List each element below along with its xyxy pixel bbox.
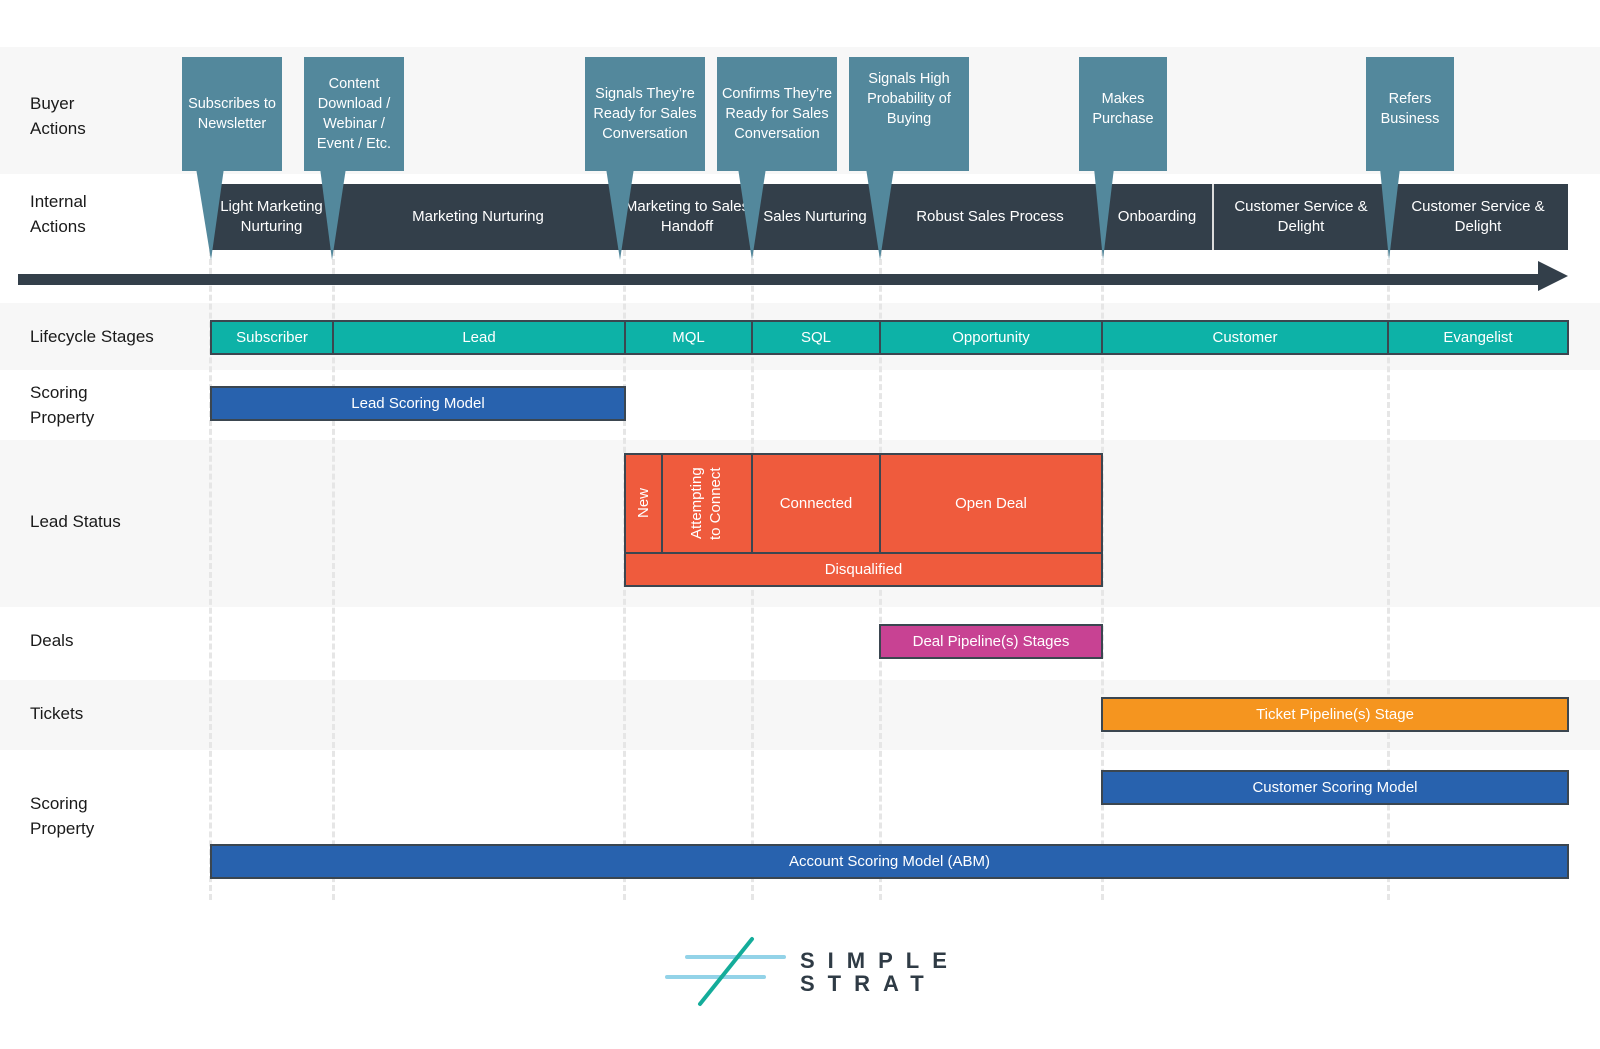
- buyer-action-signals-ready: Signals They’re Ready for Sales Conversa…: [585, 57, 705, 171]
- callout-pointer: [866, 168, 894, 260]
- lifecycle-stage-sql: SQL: [751, 320, 881, 355]
- row-label-tickets: Tickets: [30, 704, 84, 723]
- internal-action-marketing-nurturing: Marketing Nurturing: [333, 184, 623, 250]
- lifecycle-stage-subscriber: Subscriber: [210, 320, 334, 355]
- callout-pointer: [738, 168, 766, 260]
- deal-pipeline-stages-bar: Deal Pipeline(s) Stages: [879, 624, 1103, 659]
- lead-status-attempting: Attempting to Connect: [661, 453, 753, 554]
- callout-pointer: [196, 168, 224, 260]
- buyer-action-content-download: Content Download / Webinar / Event / Etc…: [304, 57, 404, 171]
- row-label-scoring-property: Scoring Property: [30, 383, 95, 427]
- lead-status-connected: Connected: [751, 453, 881, 554]
- callout-pointer: [320, 168, 346, 260]
- row-label-scoring-property-2: Scoring Property: [30, 794, 95, 838]
- row-label-deals: Deals: [30, 631, 74, 650]
- buyer-action-confirms-ready: Confirms They’re Ready for Sales Convers…: [717, 57, 837, 171]
- row-label-internal-actions: Internal Actions: [30, 192, 87, 236]
- lead-status-new: New: [624, 453, 663, 554]
- lead-status-open-deal: Open Deal: [879, 453, 1103, 554]
- row-label-buyer-actions: Buyer Actions: [30, 94, 86, 138]
- logo-text-strat: STRAT: [800, 971, 937, 996]
- lifecycle-stage-customer: Customer: [1101, 320, 1389, 355]
- lead-scoring-model-bar: Lead Scoring Model: [210, 386, 626, 421]
- timeline-arrow-icon: [18, 261, 1568, 291]
- lifecycle-stage-evangelist: Evangelist: [1387, 320, 1569, 355]
- callout-pointer: [1380, 168, 1400, 260]
- lead-status-disqualified: Disqualified: [624, 552, 1103, 587]
- lifecycle-stage-lead: Lead: [332, 320, 626, 355]
- buyer-action-refers-business: Refers Business: [1366, 57, 1454, 171]
- row-label-lifecycle-stages: Lifecycle Stages: [30, 327, 154, 346]
- internal-action-customer-service-1: Customer Service & Delight: [1212, 184, 1388, 250]
- customer-scoring-model-bar: Customer Scoring Model: [1101, 770, 1569, 805]
- buyer-action-high-probability: Signals High Probability of Buying: [849, 57, 969, 171]
- lifecycle-stage-mql: MQL: [624, 320, 753, 355]
- callout-pointer: [606, 168, 634, 260]
- lead-status-new-label: New: [635, 488, 652, 519]
- buyer-action-makes-purchase: Makes Purchase: [1079, 57, 1167, 171]
- buyer-action-subscribes: Subscribes to Newsletter: [182, 57, 282, 171]
- callout-pointer: [1094, 168, 1114, 260]
- ticket-pipeline-stage-bar: Ticket Pipeline(s) Stage: [1101, 697, 1569, 732]
- account-scoring-model-bar: Account Scoring Model (ABM): [210, 844, 1569, 879]
- row-label-lead-status: Lead Status: [30, 512, 121, 531]
- lead-status-attempting-label: Attempting to Connect: [688, 467, 724, 540]
- lifecycle-stage-opportunity: Opportunity: [879, 320, 1103, 355]
